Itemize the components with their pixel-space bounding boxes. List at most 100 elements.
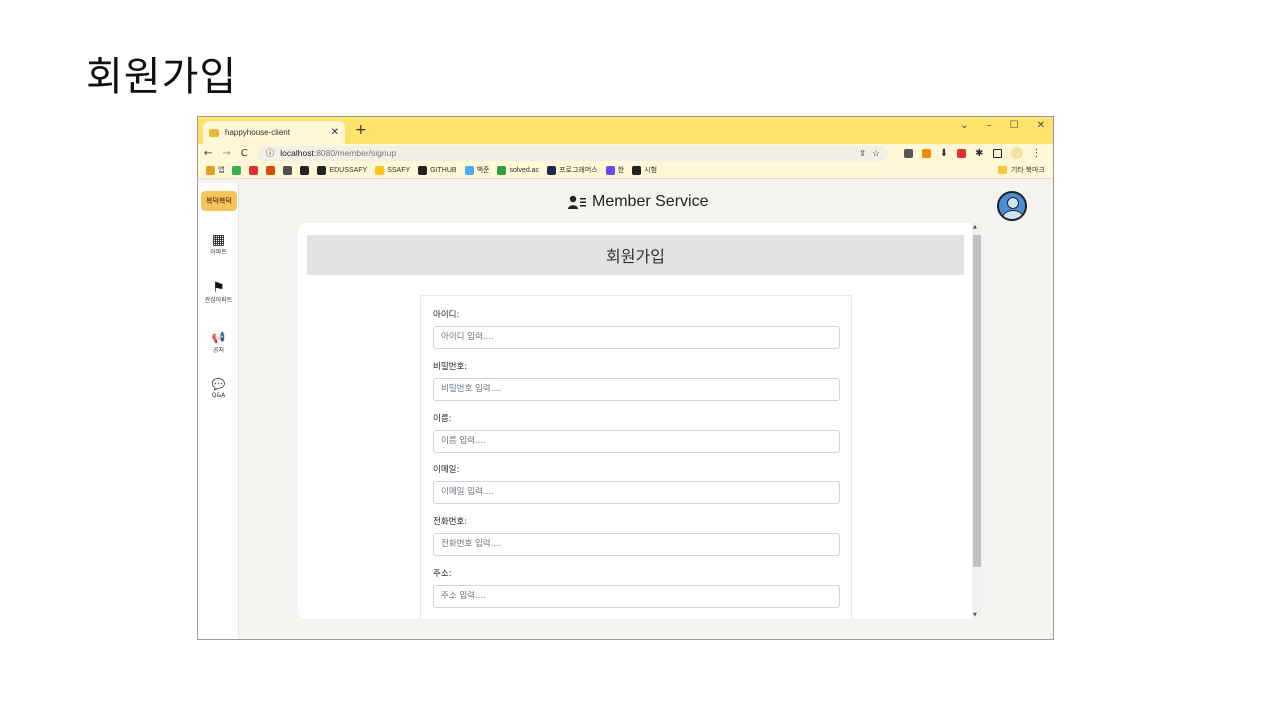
sidebar-item-label: 아파트	[210, 249, 227, 256]
bookmark-item[interactable]: GITHUB	[418, 165, 457, 175]
sidebar-item-qna[interactable]: 💬 Q&A	[198, 378, 239, 399]
page-header: Member Service	[568, 193, 708, 211]
header-title: Member Service	[592, 193, 709, 210]
new-tab-button[interactable]: +	[355, 122, 367, 138]
bookmark-item[interactable]: 프로그래머스	[547, 165, 598, 175]
scrollbar[interactable]: ▲ ▼	[972, 223, 982, 619]
sidebar: 복덕복덕 ▦ 아파트 ⚑ 관심아파트 📢 공지 💬 Q&A	[198, 183, 239, 639]
sidebar-item-apartment[interactable]: ▦ 아파트	[198, 233, 239, 256]
email-label: 이메일:	[433, 465, 460, 475]
bookmark-item[interactable]: SSAFY	[375, 165, 411, 175]
address-label: 주소:	[433, 569, 452, 579]
favicon-icon	[209, 128, 219, 137]
minimize-button[interactable]: –	[987, 120, 992, 131]
id-field-group: 아이디:	[433, 308, 840, 349]
bookmark-item[interactable]: 백준	[464, 165, 490, 175]
email-input[interactable]	[433, 480, 840, 504]
scroll-down-icon[interactable]: ▼	[973, 612, 977, 618]
password-field-group: 비밀번호:	[433, 360, 840, 401]
address-input[interactable]	[433, 584, 840, 608]
phone-input[interactable]	[433, 532, 840, 556]
close-window-button[interactable]: ✕	[1037, 120, 1045, 131]
browser-toolbar: ← → C ⓘ localhost :8080/member/signup ⇪ …	[198, 144, 1053, 162]
bookmark-label: GITHUB	[430, 166, 457, 174]
bookmark-icon	[497, 165, 507, 175]
card-title: 회원가입	[307, 235, 964, 275]
sidebar-item-label: Q&A	[211, 392, 226, 399]
sidebar-item-notice[interactable]: 📢 공지	[198, 331, 239, 354]
extension-icon[interactable]	[903, 148, 913, 158]
sidebar-item-favorite-apartment[interactable]: ⚑ 관심아파트	[198, 281, 239, 304]
app-logo[interactable]: 복덕복덕	[201, 191, 237, 211]
profile-icon[interactable]	[1010, 147, 1023, 159]
user-avatar-icon[interactable]	[997, 191, 1027, 221]
name-input[interactable]	[433, 429, 840, 453]
extension-icon[interactable]	[957, 148, 967, 158]
bookmark-icon	[547, 165, 557, 175]
other-bookmarks-label: 기타 북마크	[1010, 167, 1045, 174]
comments-icon: 💬	[211, 378, 226, 391]
url-host: localhost	[280, 148, 314, 158]
site-info-icon[interactable]: ⓘ	[266, 147, 275, 159]
user-list-icon	[568, 195, 586, 209]
back-icon[interactable]: ←	[204, 148, 212, 159]
bookmark-item[interactable]	[232, 165, 242, 175]
slide-title: 회원가입	[86, 54, 238, 100]
id-input[interactable]	[433, 325, 840, 349]
scrollbar-thumb[interactable]	[973, 235, 981, 567]
forward-icon[interactable]: →	[222, 148, 230, 159]
bookmark-item[interactable]	[266, 165, 276, 175]
signup-form: 아이디: 비밀번호: 이름: 이메일: 전화번호:	[420, 295, 852, 619]
browser-tab[interactable]: happyhouse-client ✕	[203, 121, 345, 144]
bookmark-item[interactable]	[249, 165, 259, 175]
bookmark-icon	[266, 165, 276, 175]
bookmark-item[interactable]: solved.ac	[497, 165, 540, 175]
bookmark-star-icon[interactable]: ☆	[872, 148, 880, 159]
reload-icon[interactable]: C	[241, 148, 248, 159]
scroll-up-icon[interactable]: ▲	[973, 224, 977, 230]
megaphone-icon: 📢	[211, 331, 226, 344]
close-tab-icon[interactable]: ✕	[331, 127, 339, 138]
phone-label: 전화번호:	[433, 517, 468, 527]
bookmark-label: 백준	[476, 167, 490, 174]
bookmark-icon	[317, 165, 327, 175]
bookmark-icon	[232, 165, 242, 175]
puzzle-icon[interactable]: ✱	[975, 148, 983, 159]
bookmark-label: SSAFY	[387, 166, 411, 174]
bookmark-item[interactable]	[300, 165, 310, 175]
bookmark-icon	[632, 165, 642, 175]
password-label: 비밀번호:	[433, 362, 468, 372]
address-field-group: 주소:	[433, 567, 840, 608]
bookmark-icon	[206, 165, 215, 175]
address-bar[interactable]: ⓘ localhost :8080/member/signup ⇪ ☆	[257, 145, 888, 161]
bookmark-icon	[418, 165, 428, 175]
extension-icon[interactable]	[921, 148, 931, 158]
share-icon[interactable]: ⇪	[859, 148, 866, 159]
tab-search-icon[interactable]: ⌄	[960, 120, 968, 131]
building-icon: ▦	[211, 232, 226, 248]
bookmarks-bar: 앱 EDUSSAFY SSAFY GITHUB 백준 solved.ac 프로그래머스 한 시험…	[198, 162, 1053, 179]
email-field-group: 이메일:	[433, 463, 840, 504]
maximize-button[interactable]: ☐	[1010, 120, 1019, 131]
bookmark-label: 앱	[218, 167, 225, 174]
bookmark-item[interactable]: 앱	[206, 165, 224, 175]
menu-icon[interactable]: ⋮	[1032, 148, 1042, 159]
name-field-group: 이름:	[433, 412, 840, 453]
other-bookmarks[interactable]: 기타 북마크	[997, 165, 1045, 175]
bookmark-item[interactable]	[283, 165, 293, 175]
download-icon[interactable]: ⬇	[940, 148, 948, 159]
bookmark-icon	[605, 165, 615, 175]
password-input[interactable]	[433, 377, 840, 401]
bookmark-item[interactable]: 한	[605, 165, 624, 175]
bookmark-item[interactable]: 시험	[632, 165, 657, 175]
sidebar-item-label: 공지	[212, 347, 225, 354]
bookmark-icon	[300, 165, 310, 175]
id-label: 아이디:	[433, 310, 460, 320]
bookmark-icon	[283, 165, 293, 175]
tab-bar: happyhouse-client ✕ + ⌄ – ☐ ✕	[198, 117, 1053, 144]
sidepanel-icon[interactable]	[992, 148, 1002, 158]
url-path: :8080/member/signup	[313, 148, 397, 158]
sidebar-item-label: 관심아파트	[204, 297, 233, 304]
bookmark-label: solved.ac	[509, 166, 540, 174]
bookmark-item[interactable]: EDUSSAFY	[317, 165, 367, 175]
